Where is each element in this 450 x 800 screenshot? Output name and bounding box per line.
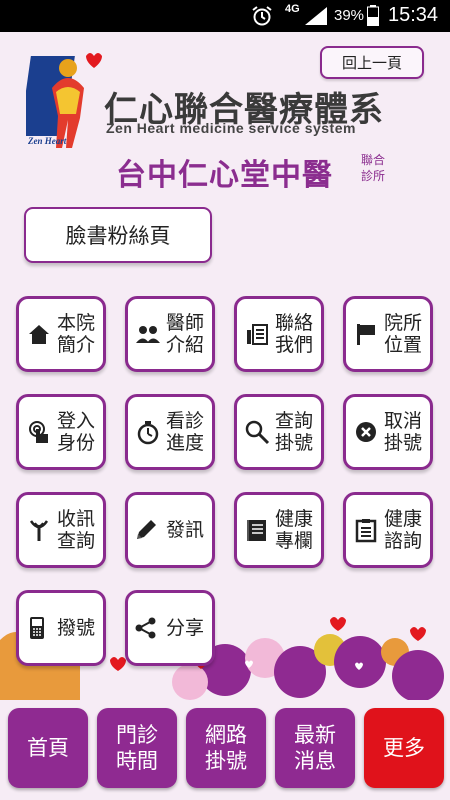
brand-subtitle: Zen Heart medicine service system <box>106 120 356 136</box>
share-icon <box>135 617 156 639</box>
menu-tile-send-message[interactable]: 發訊 <box>125 492 215 568</box>
menu-tile-inbox[interactable]: 收訊查詢 <box>16 492 106 568</box>
bottom-navigation: 首頁 門診時間 網路掛號 最新消息 更多 <box>0 700 450 800</box>
stopwatch-icon <box>137 421 159 445</box>
antenna-icon <box>29 520 49 541</box>
network-type: 4G <box>285 3 300 15</box>
menu-tile-health-consult[interactable]: 健康諮詢 <box>343 492 433 568</box>
zen-heart-logo: Zen Heart <box>26 53 102 148</box>
notebook-icon <box>247 520 266 541</box>
menu-tile-label: 本院簡介 <box>56 312 95 356</box>
clinic-suffix: 聯合診所 <box>361 153 386 183</box>
nav-clinic-hours-button[interactable]: 門診時間 <box>97 708 177 788</box>
cancel-icon <box>356 422 376 442</box>
menu-tile-label: 撥號 <box>56 617 95 639</box>
flag-icon <box>357 324 375 345</box>
menu-tile-contact[interactable]: 聯絡我們 <box>234 296 324 372</box>
nav-latest-news-button[interactable]: 最新消息 <box>275 708 355 788</box>
home-icon <box>29 325 49 344</box>
back-button[interactable]: 回上一頁 <box>320 46 424 79</box>
battery-icon <box>367 5 379 26</box>
menu-tile-location[interactable]: 院所位置 <box>343 296 433 372</box>
logo-text: Zen Heart <box>27 136 67 146</box>
menu-tile-login[interactable]: 登入身份 <box>16 394 106 470</box>
touch-icon <box>29 421 48 443</box>
facebook-fanpage-button[interactable]: 臉書粉絲頁 <box>24 207 212 263</box>
nav-label: 首頁 <box>27 736 69 760</box>
menu-tile-label: 健康諮詢 <box>383 508 422 552</box>
pencil-icon <box>137 520 156 539</box>
clipboard-icon <box>355 519 377 543</box>
menu-tile-label: 院所位置 <box>383 312 422 356</box>
menu-tile-progress[interactable]: 看診進度 <box>125 394 215 470</box>
alarm-icon <box>252 6 272 26</box>
phone-icon <box>30 617 44 639</box>
menu-tile-label: 醫師介紹 <box>165 312 204 356</box>
people-icon <box>136 326 160 343</box>
nav-label: 門診時間 <box>116 723 158 773</box>
menu-tile-about[interactable]: 本院簡介 <box>16 296 106 372</box>
menu-tile-label: 健康專欄 <box>274 508 313 552</box>
clinic-name: 台中仁心堂中醫 <box>116 158 333 193</box>
menu-tile-label: 發訊 <box>165 519 204 541</box>
nav-home-button[interactable]: 首頁 <box>8 708 88 788</box>
menu-tile-dial[interactable]: 撥號 <box>16 590 106 666</box>
menu-tile-label: 聯絡我們 <box>274 312 313 356</box>
nav-more-button[interactable]: 更多 <box>364 708 444 788</box>
nav-online-registration-button[interactable]: 網路掛號 <box>186 708 266 788</box>
menu-tile-cancel-registration[interactable]: 取消掛號 <box>343 394 433 470</box>
menu-tile-label: 收訊查詢 <box>56 508 95 552</box>
contact-icon <box>247 324 268 345</box>
menu-tile-label: 登入身份 <box>56 410 95 454</box>
menu-tile-share[interactable]: 分享 <box>125 590 215 666</box>
menu-tile-label: 分享 <box>165 617 204 639</box>
search-icon <box>245 420 270 445</box>
menu-tile-label: 看診進度 <box>165 410 204 454</box>
menu-tile-query-registration[interactable]: 查詢掛號 <box>234 394 324 470</box>
menu-tile-doctors[interactable]: 醫師介紹 <box>125 296 215 372</box>
status-bar: 4G 39% 15:34 <box>0 0 450 32</box>
battery-percent: 39% <box>334 7 365 24</box>
nav-label: 網路掛號 <box>205 723 247 773</box>
nav-label: 最新消息 <box>294 723 336 773</box>
menu-tile-label: 查詢掛號 <box>274 410 313 454</box>
clock: 15:34 <box>388 4 439 26</box>
menu-tile-health-column[interactable]: 健康專欄 <box>234 492 324 568</box>
menu-tile-label: 取消掛號 <box>383 410 422 454</box>
nav-label: 更多 <box>383 736 425 760</box>
signal-icon <box>305 7 327 25</box>
